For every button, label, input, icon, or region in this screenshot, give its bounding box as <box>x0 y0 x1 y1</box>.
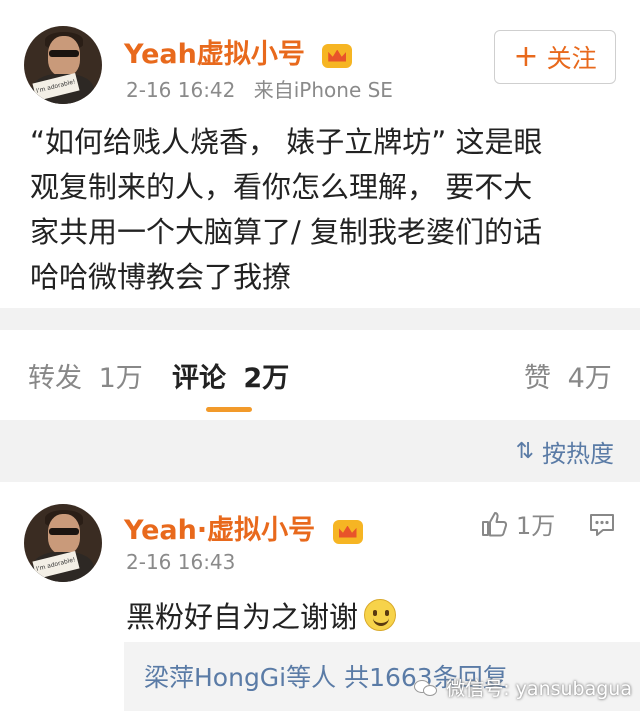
post-content-line: “如何给贱人烧香， 婊子立牌坊” 这是眼 <box>30 125 543 159</box>
watermark-text: 微信号: yansubagua <box>446 678 632 700</box>
post-source: 来自iPhone SE <box>253 78 393 102</box>
section-divider <box>0 308 640 330</box>
sort-bar: ⇅ 按热度 <box>0 420 640 482</box>
wechat-watermark: 微信号: yansubagua <box>414 674 632 701</box>
tab-comment-label: 评论 <box>172 363 226 394</box>
interaction-tabs: 转发 1万 评论 2万 赞 4万 <box>0 330 640 420</box>
post-avatar[interactable]: I'm adorable! <box>24 26 102 104</box>
comment-like-count: 1万 <box>516 512 556 540</box>
tab-like-count: 4万 <box>567 363 612 394</box>
thumbs-up-icon <box>480 510 508 538</box>
post-time: 2-16 16:42 <box>126 78 236 102</box>
tab-repost-count: 1万 <box>98 363 143 394</box>
tab-repost-label: 转发 <box>28 363 82 394</box>
weibo-post: I'm adorable! Yeah虚拟小号 2-16 16:42 来自iPho… <box>0 0 640 308</box>
post-username[interactable]: Yeah虚拟小号 <box>124 32 353 71</box>
comment-avatar[interactable]: I'm adorable! <box>24 504 102 582</box>
plus-icon: + <box>513 39 539 74</box>
comment-username[interactable]: Yeah·虚拟小号 <box>124 508 363 547</box>
tab-like[interactable]: 赞 4万 <box>524 356 612 395</box>
post-meta: 2-16 16:42 来自iPhone SE <box>126 74 393 103</box>
sort-icon: ⇅ <box>515 439 534 464</box>
comment-text: 黑粉好自为之谢谢 <box>126 594 397 636</box>
smiley-emoji-icon <box>364 599 397 631</box>
comment-text-content: 黑粉好自为之谢谢 <box>126 600 359 634</box>
comment-username-text[interactable]: Yeah·虚拟小号 <box>124 515 315 546</box>
sort-label: 按热度 <box>542 440 614 468</box>
vip-crown-icon <box>332 519 363 544</box>
reply-message-icon[interactable] <box>588 512 616 542</box>
post-content: “如何给贱人烧香， 婊子立牌坊” 这是眼 观复制来的人，看你怎么理解， 要不大 … <box>30 120 620 300</box>
wechat-icon <box>414 678 440 698</box>
comment-item: I'm adorable! Yeah·虚拟小号 2-16 16:43 1万 黑粉… <box>0 482 640 711</box>
comment-like-button[interactable]: 1万 <box>480 506 555 541</box>
post-content-line: 观复制来的人，看你怎么理解， 要不大 <box>30 170 533 204</box>
tab-repost[interactable]: 转发 1万 <box>28 356 143 395</box>
sort-hot-button[interactable]: ⇅ 按热度 <box>516 434 614 469</box>
post-content-line: 家共用一个大脑算了/ 复制我老婆们的话 <box>30 215 542 249</box>
follow-button[interactable]: + 关注 <box>494 30 616 84</box>
comment-time: 2-16 16:43 <box>126 550 236 574</box>
tab-comment-count: 2万 <box>243 363 290 394</box>
follow-label: 关注 <box>546 44 597 73</box>
post-content-line: 哈哈微博教会了我撩 <box>30 260 292 294</box>
vip-crown-icon <box>322 43 353 68</box>
active-tab-indicator <box>206 407 252 412</box>
tab-comment[interactable]: 评论 2万 <box>172 356 289 395</box>
post-username-text[interactable]: Yeah虚拟小号 <box>124 39 305 70</box>
tab-like-label: 赞 <box>524 363 551 394</box>
